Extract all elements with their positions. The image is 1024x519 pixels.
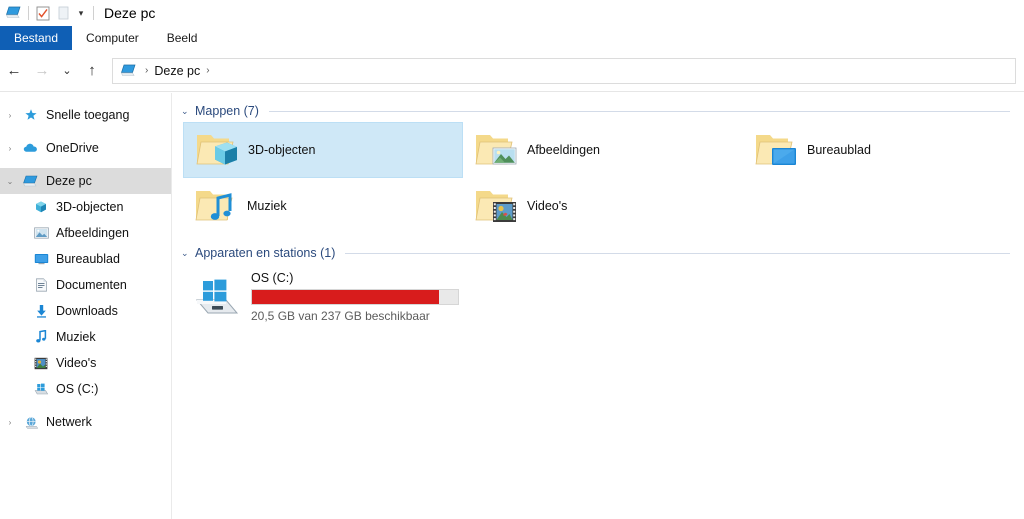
drive-info: OS (C:) 20,5 GB van 237 GB beschikbaar bbox=[251, 270, 459, 324]
sidebar-label: Bureaublad bbox=[56, 252, 120, 266]
sidebar-label: OS (C:) bbox=[56, 382, 99, 396]
address-bar-row: ← → ⌄ ↑ › Deze pc › bbox=[0, 50, 1024, 92]
properties-icon[interactable] bbox=[33, 3, 53, 23]
sidebar-item-muziek[interactable]: Muziek bbox=[0, 324, 171, 350]
folder-videos-icon bbox=[469, 182, 521, 230]
sidebar-item-bureaublad[interactable]: Bureaublad bbox=[0, 246, 171, 272]
folder-tile-grid: 3D-objecten Afbeeldingen Bureaublad Muzi… bbox=[173, 122, 1024, 234]
sidebar-label: Video's bbox=[56, 356, 97, 370]
folder-music-icon bbox=[189, 182, 241, 230]
breadcrumb-separator-1[interactable]: › bbox=[139, 65, 154, 76]
folder-tile-videos[interactable]: Video's bbox=[463, 178, 743, 234]
drive-icon bbox=[30, 383, 52, 396]
documents-icon bbox=[30, 278, 52, 292]
folder-3d-objects-icon bbox=[190, 126, 242, 174]
sidebar-label: Muziek bbox=[56, 330, 96, 344]
group-header-mappen[interactable]: ⌄ Mappen (7) bbox=[173, 100, 1024, 122]
videos-icon bbox=[30, 357, 52, 370]
tab-bestand[interactable]: Bestand bbox=[0, 26, 73, 50]
group-title: Apparaten en stations (1) bbox=[195, 246, 336, 260]
folder-tile-afbeeldingen[interactable]: Afbeeldingen bbox=[463, 122, 743, 178]
star-pin-icon bbox=[20, 108, 42, 122]
forward-button: → bbox=[34, 62, 50, 79]
onedrive-cloud-icon bbox=[20, 142, 42, 154]
drive-capacity-bar bbox=[251, 289, 459, 305]
folder-pictures-icon bbox=[469, 126, 521, 174]
drive-name: OS (C:) bbox=[251, 271, 294, 285]
expander-chevron-icon[interactable]: ⌄ bbox=[0, 177, 20, 186]
this-pc-icon bbox=[20, 175, 42, 188]
folder-label: Bureaublad bbox=[807, 143, 871, 157]
sidebar-item-snelle-toegang[interactable]: › Snelle toegang bbox=[0, 102, 171, 128]
windows-drive-icon bbox=[189, 272, 245, 322]
folder-desktop-icon bbox=[749, 126, 801, 174]
sidebar-label: Afbeeldingen bbox=[56, 226, 129, 240]
recent-locations-button[interactable]: ⌄ bbox=[56, 57, 78, 85]
sidebar-label: OneDrive bbox=[46, 141, 99, 155]
music-icon bbox=[30, 330, 52, 344]
expander-chevron-icon[interactable]: › bbox=[0, 111, 20, 120]
toolbar-separator-1 bbox=[28, 6, 29, 20]
sidebar-item-afbeeldingen[interactable]: Afbeeldingen bbox=[0, 220, 171, 246]
sidebar-item-os-c[interactable]: OS (C:) bbox=[0, 376, 171, 402]
sidebar-item-downloads[interactable]: Downloads bbox=[0, 298, 171, 324]
expander-chevron-icon[interactable]: › bbox=[0, 418, 20, 427]
downloads-icon bbox=[30, 304, 52, 318]
pictures-icon bbox=[30, 227, 52, 239]
back-button[interactable]: ← bbox=[0, 57, 28, 85]
group-collapse-chevron-icon[interactable]: ⌄ bbox=[181, 106, 195, 117]
sidebar-item-videos[interactable]: Video's bbox=[0, 350, 171, 376]
sidebar-item-deze-pc[interactable]: ⌄ Deze pc bbox=[0, 168, 171, 194]
sidebar-item-onedrive[interactable]: › OneDrive bbox=[0, 135, 171, 161]
up-button[interactable]: ↑ bbox=[78, 57, 106, 85]
expander-chevron-icon[interactable]: › bbox=[0, 144, 20, 153]
breadcrumb-separator-2[interactable]: › bbox=[200, 65, 215, 76]
sidebar-label: 3D-objecten bbox=[56, 200, 124, 214]
sidebar-label: Downloads bbox=[56, 304, 118, 318]
this-pc-icon[interactable] bbox=[4, 3, 24, 23]
group-title: Mappen (7) bbox=[195, 104, 259, 118]
title-bar: ▾ Deze pc bbox=[0, 0, 1024, 26]
sidebar-item-documenten[interactable]: Documenten bbox=[0, 272, 171, 298]
tab-beeld[interactable]: Beeld bbox=[153, 26, 212, 50]
toolbar-separator-2 bbox=[93, 6, 94, 20]
folder-label: Afbeeldingen bbox=[527, 143, 600, 157]
drive-capacity-bar-fill bbox=[252, 290, 440, 304]
breadcrumb-item-deze-pc[interactable]: Deze pc bbox=[154, 64, 200, 78]
folder-tile-bureaublad[interactable]: Bureaublad bbox=[743, 122, 1023, 178]
drive-tile-os-c[interactable]: OS (C:) 20,5 GB van 237 GB beschikbaar bbox=[183, 266, 473, 328]
network-icon bbox=[20, 416, 42, 429]
file-list-pane: ⌄ Mappen (7) 3D-objecten Afbeeldingen Bu… bbox=[173, 93, 1024, 519]
drive-tile-grid: OS (C:) 20,5 GB van 237 GB beschikbaar bbox=[173, 264, 1024, 328]
window-title: Deze pc bbox=[104, 5, 156, 21]
sidebar-item-netwerk[interactable]: › Netwerk bbox=[0, 409, 171, 435]
navigation-pane: › Snelle toegang › OneDrive ⌄ Deze pc 3D… bbox=[0, 93, 172, 519]
tab-computer[interactable]: Computer bbox=[72, 26, 153, 50]
drive-free-space-text: 20,5 GB van 237 GB beschikbaar bbox=[251, 309, 430, 323]
group-collapse-chevron-icon[interactable]: ⌄ bbox=[181, 248, 195, 259]
desktop-icon bbox=[30, 253, 52, 265]
sidebar-label: Snelle toegang bbox=[46, 108, 130, 122]
ribbon-tab-bar: Bestand Computer Beeld bbox=[0, 26, 1024, 51]
sidebar-item-3d-objecten[interactable]: 3D-objecten bbox=[0, 194, 171, 220]
breadcrumb-this-pc-icon[interactable] bbox=[119, 62, 139, 80]
group-header-apparaten-en-stations[interactable]: ⌄ Apparaten en stations (1) bbox=[173, 242, 1024, 264]
sidebar-label: Netwerk bbox=[46, 415, 92, 429]
3d-objects-icon bbox=[30, 200, 52, 214]
breadcrumb-address-bar[interactable]: › Deze pc › bbox=[112, 57, 1016, 84]
new-folder-icon[interactable] bbox=[53, 3, 73, 23]
folder-label: Muziek bbox=[247, 199, 287, 213]
sidebar-label: Documenten bbox=[56, 278, 127, 292]
group-rule bbox=[345, 252, 1010, 254]
folder-label: Video's bbox=[527, 199, 568, 213]
folder-label: 3D-objecten bbox=[248, 143, 316, 157]
group-rule bbox=[268, 110, 1010, 112]
sidebar-label: Deze pc bbox=[46, 174, 92, 188]
customize-chevron-icon[interactable]: ▾ bbox=[73, 3, 89, 23]
folder-tile-muziek[interactable]: Muziek bbox=[183, 178, 463, 234]
folder-tile-3d-objecten[interactable]: 3D-objecten bbox=[183, 122, 463, 178]
